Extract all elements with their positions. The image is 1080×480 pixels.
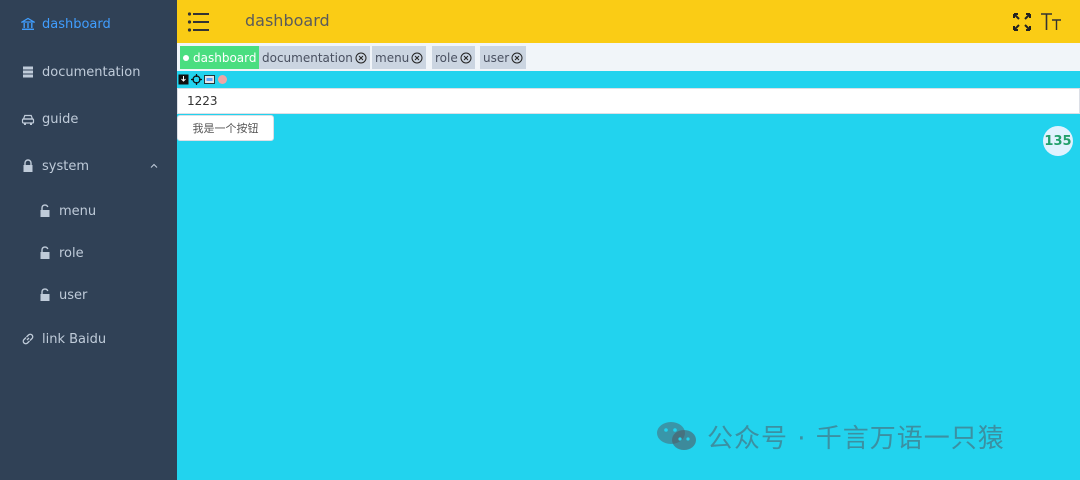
sidebar-item-label: guide bbox=[42, 111, 79, 127]
pink-blob-icon[interactable] bbox=[217, 74, 228, 85]
watermark: 公众号 · 千言万语一只猿 bbox=[655, 418, 1005, 454]
tag-label: role bbox=[435, 50, 458, 65]
sidebar-item-label: system bbox=[42, 158, 89, 174]
lock-open-icon bbox=[38, 246, 52, 260]
sidebar-item-label: link Baidu bbox=[42, 331, 107, 347]
hamburger-menu-icon[interactable] bbox=[187, 11, 211, 33]
wechat-icon bbox=[655, 420, 699, 452]
chevron-up-icon bbox=[149, 160, 159, 170]
mini-toolbar bbox=[178, 74, 228, 86]
tag-dashboard[interactable]: dashboard bbox=[180, 46, 260, 69]
close-circle-icon[interactable] bbox=[355, 52, 367, 64]
lock-open-icon bbox=[38, 288, 52, 302]
tag-user[interactable]: user bbox=[480, 46, 527, 69]
sidebar-item-role[interactable]: role bbox=[0, 231, 177, 275]
text-input[interactable]: 1223 bbox=[177, 88, 1080, 114]
target-icon[interactable] bbox=[191, 74, 202, 85]
close-circle-icon[interactable] bbox=[511, 52, 523, 64]
lock-open-icon bbox=[38, 204, 52, 218]
sidebar-item-dashboard[interactable]: dashboard bbox=[0, 2, 177, 46]
sidebar-item-guide[interactable]: guide bbox=[0, 97, 177, 141]
sidebar-item-link-baidu[interactable]: link Baidu bbox=[0, 317, 177, 361]
tag-label: dashboard bbox=[193, 50, 257, 65]
sidebar-item-label: menu bbox=[59, 203, 97, 219]
server-icon bbox=[21, 65, 35, 79]
fullscreen-icon[interactable] bbox=[1011, 11, 1033, 33]
watermark-text: 公众号 · 千言万语一只猿 bbox=[707, 423, 1005, 454]
lock-icon bbox=[21, 159, 35, 173]
active-dot-icon bbox=[183, 54, 189, 61]
sidebar-item-documentation[interactable]: documentation bbox=[0, 50, 177, 94]
page-title: dashboard bbox=[245, 11, 330, 30]
tag-label: documentation bbox=[262, 50, 353, 65]
text-size-icon[interactable] bbox=[1039, 11, 1063, 33]
sidebar-item-label: dashboard bbox=[42, 16, 111, 32]
image-icon[interactable] bbox=[204, 74, 215, 85]
download-icon[interactable] bbox=[178, 74, 189, 85]
sidebar-item-user[interactable]: user bbox=[0, 273, 177, 317]
badge-text: 135 bbox=[1044, 133, 1072, 149]
sidebar-item-label: role bbox=[59, 245, 84, 261]
tag-label: user bbox=[483, 50, 510, 65]
tag-documentation[interactable]: documentation bbox=[259, 46, 370, 69]
link-icon bbox=[21, 332, 35, 346]
sidebar-item-label: user bbox=[59, 287, 88, 303]
floating-badge[interactable]: 135 bbox=[1043, 126, 1073, 156]
sidebar: dashboard documentation guide system men… bbox=[0, 0, 177, 480]
bank-icon bbox=[21, 17, 35, 31]
tag-role[interactable]: role bbox=[432, 46, 475, 69]
sidebar-item-menu[interactable]: menu bbox=[0, 189, 177, 233]
car-icon bbox=[21, 112, 35, 126]
tags-view: dashboard documentation menu role user bbox=[177, 43, 1080, 71]
tag-menu[interactable]: menu bbox=[372, 46, 427, 69]
demo-button[interactable]: 我是一个按钮 bbox=[177, 115, 274, 141]
close-circle-icon[interactable] bbox=[411, 52, 423, 64]
close-circle-icon[interactable] bbox=[460, 52, 472, 64]
sidebar-item-label: documentation bbox=[42, 64, 141, 80]
sidebar-item-system[interactable]: system bbox=[0, 144, 177, 188]
navbar: dashboard bbox=[177, 0, 1080, 43]
input-value: 1223 bbox=[187, 94, 218, 108]
tag-label: menu bbox=[375, 50, 410, 65]
